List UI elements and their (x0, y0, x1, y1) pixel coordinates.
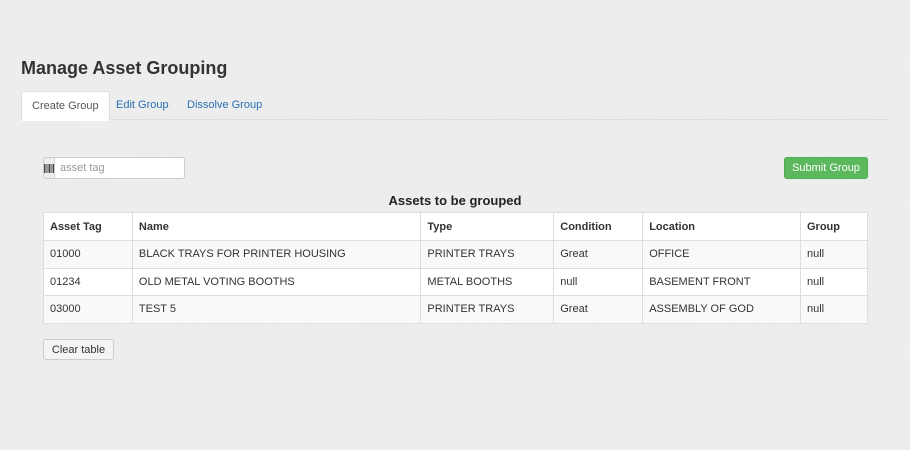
table-row: 01234 OLD METAL VOTING BOOTHS METAL BOOT… (43, 267, 868, 296)
column-header-asset-tag: Asset Tag (43, 212, 133, 241)
clear-table-button[interactable]: Clear table (43, 339, 114, 360)
page-title: Manage Asset Grouping (21, 58, 228, 78)
column-header-location: Location (642, 212, 801, 241)
cell-condition: null (553, 267, 644, 296)
cell-type: PRINTER TRAYS (420, 295, 555, 324)
cell-condition: Great (553, 240, 644, 269)
cell-group: null (800, 240, 868, 269)
assets-table: Asset Tag Name Type Condition Location G… (43, 212, 868, 324)
cell-name: OLD METAL VOTING BOOTHS (131, 267, 422, 296)
table-header-row: Asset Tag Name Type Condition Location G… (43, 212, 868, 241)
table-title: Assets to be grouped (388, 193, 522, 208)
cell-group: null (800, 295, 868, 324)
tab-edit-group[interactable]: Edit Group (106, 91, 179, 120)
cell-location: OFFICE (642, 240, 801, 269)
asset-tag-input[interactable] (55, 158, 207, 178)
cell-asset-tag: 03000 (43, 295, 133, 324)
submit-group-button[interactable]: Submit Group (784, 157, 868, 179)
barcode-icon (44, 158, 55, 178)
cell-location: ASSEMBLY OF GOD (642, 295, 801, 324)
cell-name: BLACK TRAYS FOR PRINTER HOUSING (131, 240, 422, 269)
cell-asset-tag: 01000 (43, 240, 133, 269)
column-header-name: Name (131, 212, 422, 241)
asset-tag-search (43, 157, 207, 179)
tab-dissolve-group[interactable]: Dissolve Group (177, 91, 272, 120)
table-row: 03000 TEST 5 PRINTER TRAYS Great ASSEMBL… (43, 295, 868, 324)
table-row: 01000 BLACK TRAYS FOR PRINTER HOUSING PR… (43, 240, 868, 269)
cell-name: TEST 5 (131, 295, 422, 324)
tab-create-group[interactable]: Create Group (21, 91, 110, 121)
cell-location: BASEMENT FRONT (642, 267, 801, 296)
column-header-condition: Condition (553, 212, 644, 241)
cell-type: METAL BOOTHS (420, 267, 555, 296)
column-header-group: Group (800, 212, 868, 241)
cell-condition: Great (553, 295, 644, 324)
cell-asset-tag: 01234 (43, 267, 133, 296)
column-header-type: Type (420, 212, 555, 241)
cell-type: PRINTER TRAYS (420, 240, 555, 269)
cell-group: null (800, 267, 868, 296)
group-tabs: Create Group Edit Group Dissolve Group (21, 91, 889, 121)
